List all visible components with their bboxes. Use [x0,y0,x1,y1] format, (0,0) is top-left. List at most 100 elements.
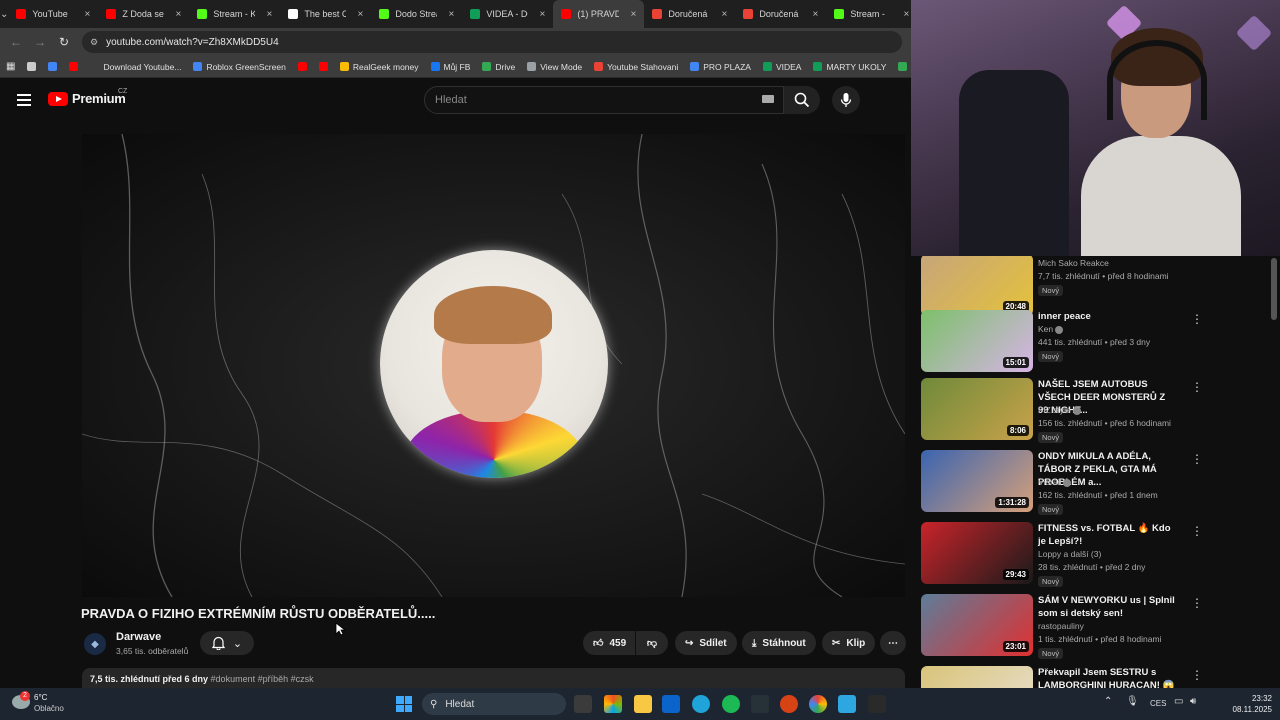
recommended-video[interactable]: 15:01 inner peace Ken 441 tis. zhlédnutí • … [921,310,1271,374]
bookmark-item[interactable]: Roblox GreenScreen [193,62,286,72]
bookmark-item[interactable]: VIDEA [762,62,801,72]
video-thumbnail[interactable]: 20:48 [921,256,1033,316]
video-thumbnail[interactable]: 1:31:28 [921,450,1033,512]
more-vertical-icon[interactable]: ⋮ [1191,524,1203,538]
video-title[interactable]: SÁM V NEWYORKU us | Splnil som si detský… [1038,594,1178,620]
bookmark-item[interactable]: RealGeek money [339,62,419,72]
recommended-video[interactable]: Překvapil Jsem SESTRU s LAMBORGHINI HURA… [921,666,1271,688]
app-icon[interactable] [838,695,856,713]
browser-tab[interactable]: Stream - Kic × [189,0,280,28]
close-tab-icon[interactable]: × [904,9,910,20]
browser-tab[interactable]: YouTube × [8,0,98,28]
subscription-bell-button[interactable]: ⌄ [200,631,254,655]
forward-icon[interactable]: → [28,35,52,49]
app-icon[interactable] [751,695,769,713]
dislike-button[interactable]: 👎︎ [636,631,668,655]
task-view-icon[interactable] [574,695,592,713]
share-button[interactable]: ↪ Sdílet [675,631,737,655]
close-tab-icon[interactable]: × [449,9,455,20]
menu-icon[interactable] [17,94,31,106]
browser-tab[interactable]: The best Ch × [280,0,371,28]
recommended-video[interactable]: 8:06 NAŠEL JSEM AUTOBUS VŠECH DEER MONSTE… [921,378,1271,443]
browser-tab[interactable]: Dodo Strean × [371,0,462,28]
video-title[interactable]: inner peace [1038,310,1178,323]
browser-tab[interactable]: Doručená pc × [735,0,826,28]
youtube-premium-logo[interactable]: Premium CZ [48,88,127,106]
browser-tab[interactable]: Z Doda se St × [98,0,189,28]
bookmark-item[interactable]: MARTY UKOLY [813,62,886,72]
video-channel[interactable]: Mich Sako Reakce [1038,258,1109,268]
video-channel[interactable]: rastopauliny [1038,621,1084,631]
browser-tab[interactable]: VIDEA - DO(× [462,0,553,28]
bookmark-item[interactable]: PRO PLAZA [690,62,751,72]
video-channel[interactable]: FIZIstyle [1038,405,1081,415]
copilot-icon[interactable] [604,695,622,713]
bookmark-item[interactable]: Download Youtube... [90,62,181,72]
reload-icon[interactable]: ↻ [52,35,76,49]
epic-games-icon[interactable] [868,695,886,713]
bookmark-item[interactable]: Youtube Stahovani [594,62,678,72]
weather-widget[interactable]: 2 6°C Oblačno [12,691,92,716]
bookmark-item[interactable] [48,62,58,71]
voice-search-button[interactable] [832,86,860,114]
recommended-video[interactable]: 1:31:28 ONDY MIKULA A ADÉLA, TÁBOR Z PEKL… [921,450,1271,515]
spotify-icon[interactable] [722,695,740,713]
keyboard-icon[interactable] [762,95,774,103]
obs-icon[interactable] [780,695,798,713]
more-vertical-icon[interactable]: ⋮ [1191,668,1203,682]
close-tab-icon[interactable]: × [358,9,364,20]
tab-search-icon[interactable]: ⌄ [0,0,8,28]
video-thumbnail[interactable] [921,666,1033,688]
bookmark-item[interactable] [318,62,328,71]
close-tab-icon[interactable]: × [631,9,637,20]
download-button[interactable]: ⤓ Stáhnout [742,631,816,655]
more-vertical-icon[interactable]: ⋮ [1191,596,1203,610]
bookmark-item[interactable] [27,62,37,71]
system-clock[interactable]: 23:32 08.11.2025 [1212,693,1272,715]
search-input[interactable]: Hledat [424,86,784,114]
language-indicator[interactable]: CES [1150,699,1166,708]
video-thumbnail[interactable]: 8:06 [921,378,1033,440]
browser-tab[interactable]: Doručená pc × [644,0,735,28]
bookmark-item[interactable]: Můj FB [430,62,470,72]
taskbar-search[interactable]: ⚲ Hledat [422,693,566,715]
tray-chevron-icon[interactable]: ⌃ [1104,696,1112,707]
back-icon[interactable]: ← [4,35,28,49]
close-tab-icon[interactable]: × [722,9,728,20]
microphone-icon[interactable]: 🎙︎ [1126,696,1139,707]
close-tab-icon[interactable]: × [540,9,546,20]
video-player[interactable] [82,134,905,597]
address-bar[interactable]: ⚙ youtube.com/watch?v=Zh8XMkDD5U4 [82,31,902,53]
recommended-video[interactable]: 29:43 FITNESS vs. FOTBAL 🔥 Kdo je Lepší?!… [921,522,1271,587]
bookmark-item[interactable]: Dodo v [898,62,911,72]
start-button[interactable] [396,696,412,712]
channel-name[interactable]: Darwave [116,631,161,643]
close-tab-icon[interactable]: × [267,9,273,20]
close-tab-icon[interactable]: × [176,9,182,20]
file-explorer-icon[interactable] [634,695,652,713]
bookmark-item[interactable]: Drive [482,62,515,72]
chrome-icon[interactable] [809,695,827,713]
site-info-icon[interactable]: ⚙ [90,37,98,48]
clip-button[interactable]: ✂ Klip [822,631,876,655]
video-thumbnail[interactable]: 23:01 [921,594,1033,656]
network-icon[interactable]: ▭ [1174,696,1183,707]
video-thumbnail[interactable]: 15:01 [921,310,1033,372]
outlook-icon[interactable] [662,695,680,713]
video-title[interactable]: FITNESS vs. FOTBAL 🔥 Kdo je Lepší?! [1038,522,1178,548]
close-tab-icon[interactable]: × [813,9,819,20]
hashtags[interactable]: #dokument #příběh #czsk [211,674,314,684]
volume-icon[interactable]: 🔊︎ [1190,696,1196,707]
more-vertical-icon[interactable]: ⋮ [1191,452,1203,466]
browser-tab[interactable]: (1) PRAVDA × [553,0,645,28]
edge-icon[interactable] [692,695,710,713]
video-channel[interactable]: Ken [1038,324,1064,334]
more-actions-button[interactable]: ⋯ [880,631,906,655]
more-vertical-icon[interactable]: ⋮ [1191,312,1203,326]
apps-grid-icon[interactable]: ▦ [6,61,15,72]
bookmark-item[interactable] [69,62,79,71]
channel-avatar[interactable]: ◆ [84,633,106,655]
more-vertical-icon[interactable]: ⋮ [1191,380,1203,394]
browser-tab[interactable]: Stream - × [826,0,911,28]
bookmark-item[interactable]: View Mode [527,62,582,72]
